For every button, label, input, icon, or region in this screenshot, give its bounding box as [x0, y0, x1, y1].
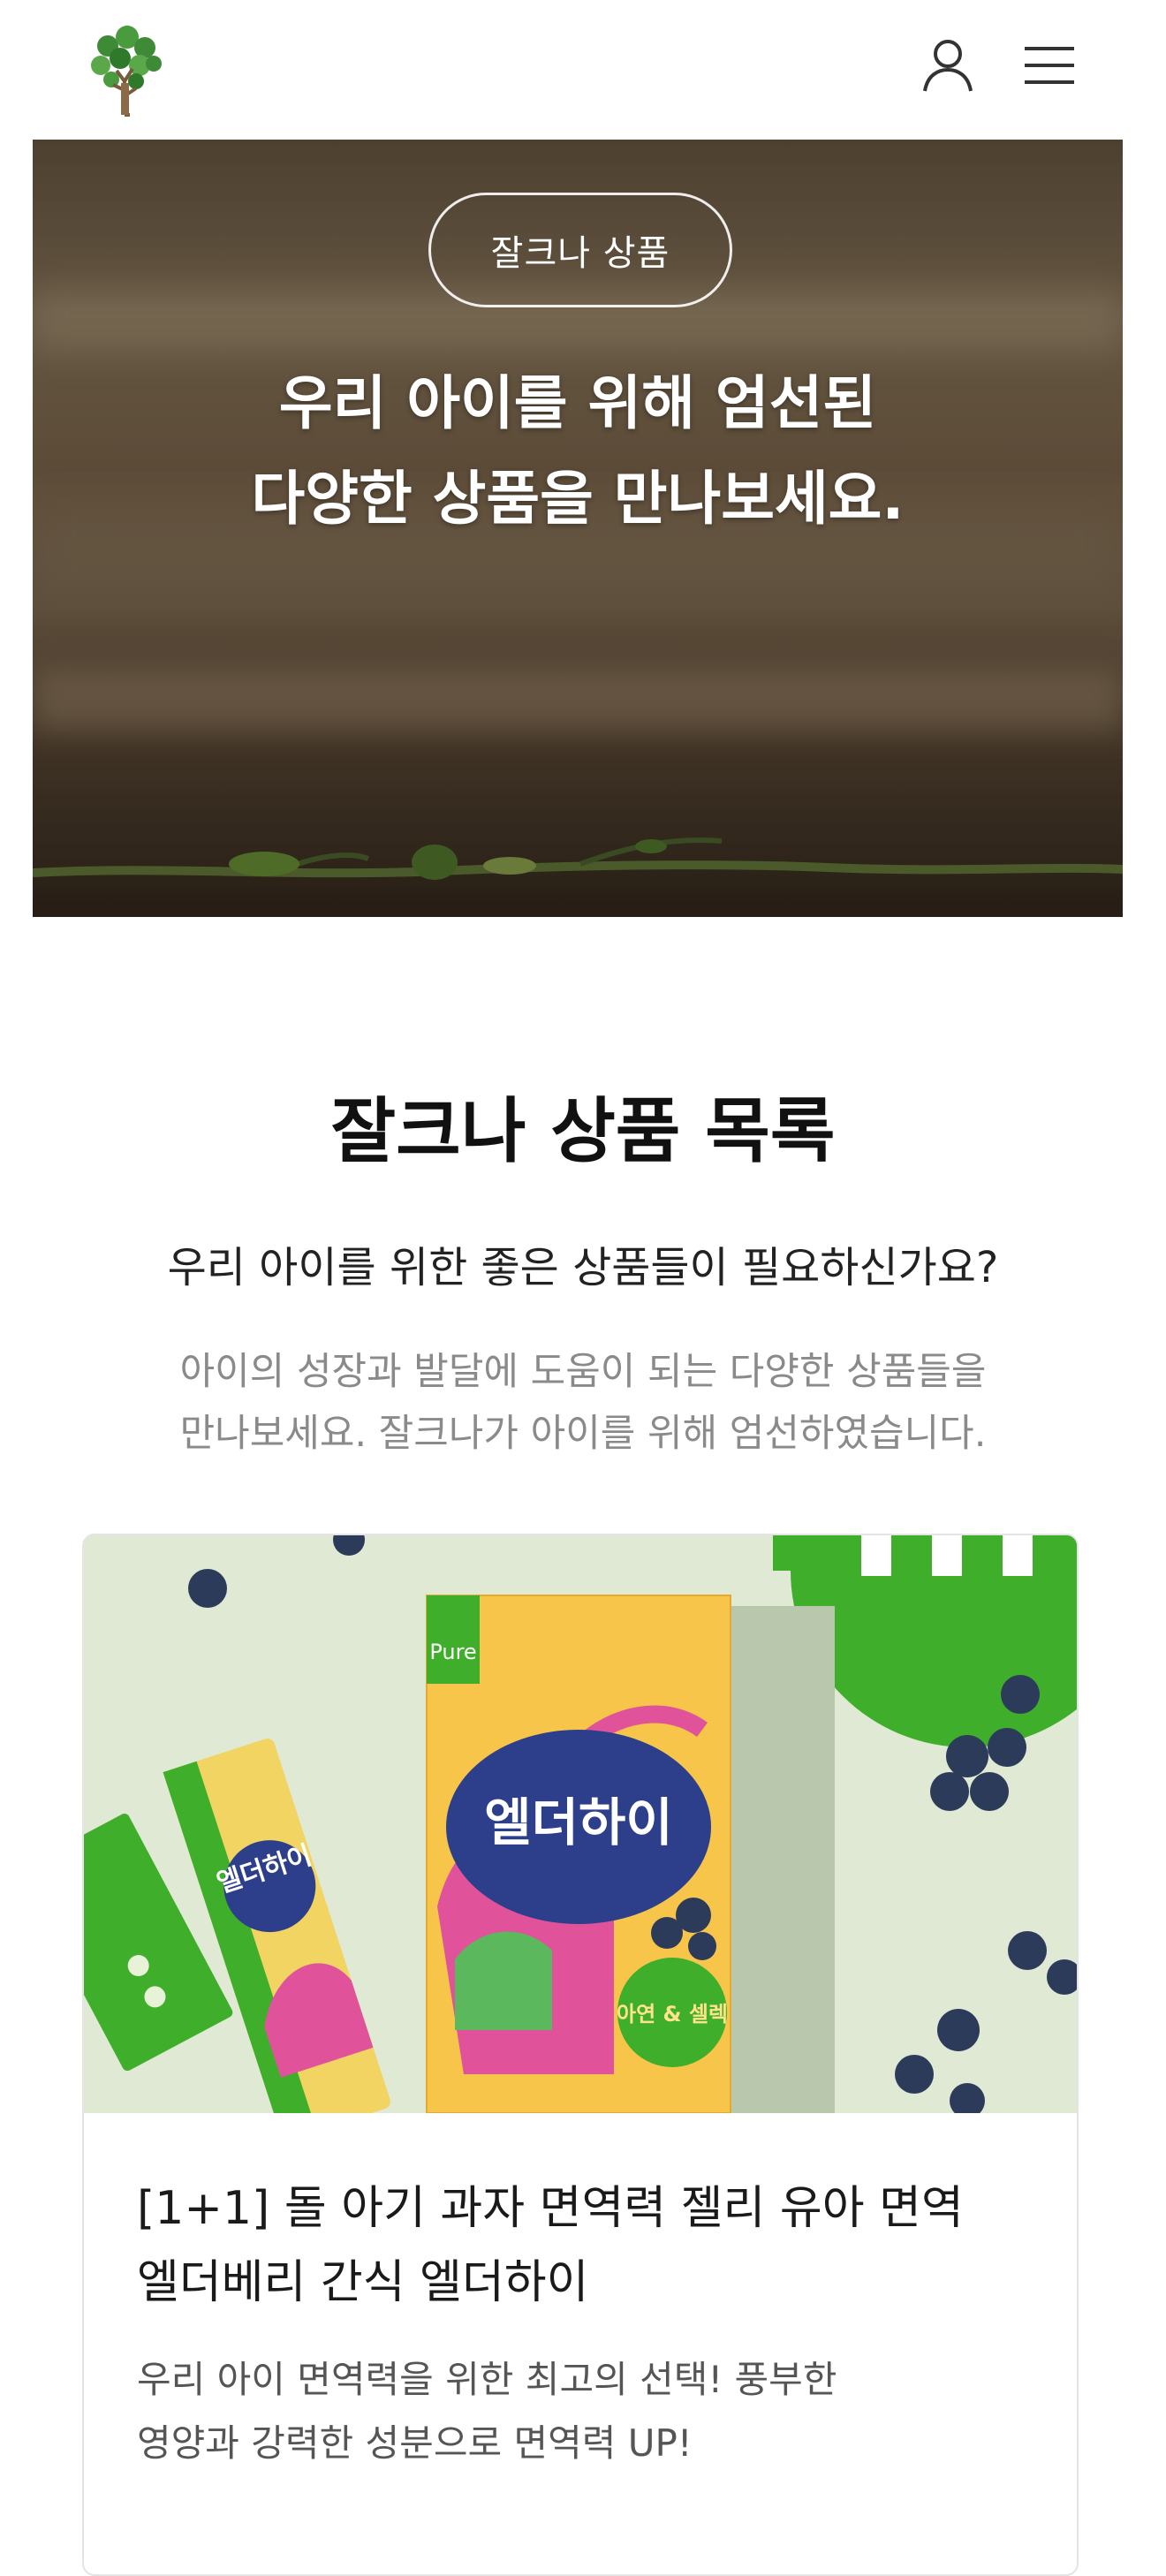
brand-logo-text: Pure: [429, 1640, 476, 1664]
section-title: 잘크나 상품 목록: [330, 1090, 836, 1172]
product-description-line: 영양과 강력한 성분으로 면역력 UP!: [137, 2421, 693, 2465]
hero-background-band: [33, 670, 1123, 731]
product-title-line: 엘더베리 간식 엘더하이: [137, 2256, 589, 2309]
product-title-line: [1+1] 돌 아기 과자 면역력 젤리 유아 면역: [137, 2182, 964, 2235]
product-badge-text: 아연 & 셀렉: [617, 2002, 728, 2027]
product-card[interactable]: 엘더하이 Pure 엘더하이 아연 & 셀렉 [1+1] 돌 아기 과자 면역력…: [82, 1534, 1079, 2576]
branch-image: [33, 837, 1123, 917]
hero-title-line: 우리 아이를 위해 엄선된: [278, 369, 877, 437]
product-description: 우리 아이 면역력을 위한 최고의 선택! 풍부한 영양과 강력한 성분으로 면…: [137, 2348, 1020, 2475]
section-description-line: 아이의 성장과 발달에 도움이 되는 다양한 상품들을: [179, 1350, 987, 1394]
product-title: [1+1] 돌 아기 과자 면역력 젤리 유아 면역 엘더베리 간식 엘더하이: [137, 2171, 1020, 2320]
product-image: 엘더하이 Pure 엘더하이 아연 & 셀렉: [84, 1535, 1077, 2113]
hero-banner: 잘크나 상품 우리 아이를 위해 엄선된 다양한 상품을 만나보세요.: [33, 140, 1123, 917]
hamburger-menu-icon[interactable]: [1018, 32, 1081, 99]
tree-logo-icon[interactable]: [81, 19, 170, 117]
product-box-title: 엘더하이: [484, 1792, 672, 1852]
top-header: [0, 0, 1166, 138]
hero-title: 우리 아이를 위해 엄선된 다양한 상품을 만나보세요.: [33, 356, 1123, 547]
hero-category-pill[interactable]: 잘크나 상품: [428, 193, 732, 307]
section-subtitle: 우리 아이를 위한 좋은 상품들이 필요하신가요?: [167, 1243, 999, 1292]
section-description: 아이의 성장과 발달에 도움이 되는 다양한 상품들을 만나보세요. 잘크나가 …: [106, 1341, 1060, 1465]
product-description-line: 우리 아이 면역력을 위한 최고의 선택! 풍부한: [137, 2358, 837, 2401]
section-description-line: 만나보세요. 잘크나가 아이를 위해 엄선하였습니다.: [179, 1412, 987, 1456]
user-icon[interactable]: [916, 32, 980, 99]
hero-title-line: 다양한 상품을 만나보세요.: [251, 465, 905, 533]
